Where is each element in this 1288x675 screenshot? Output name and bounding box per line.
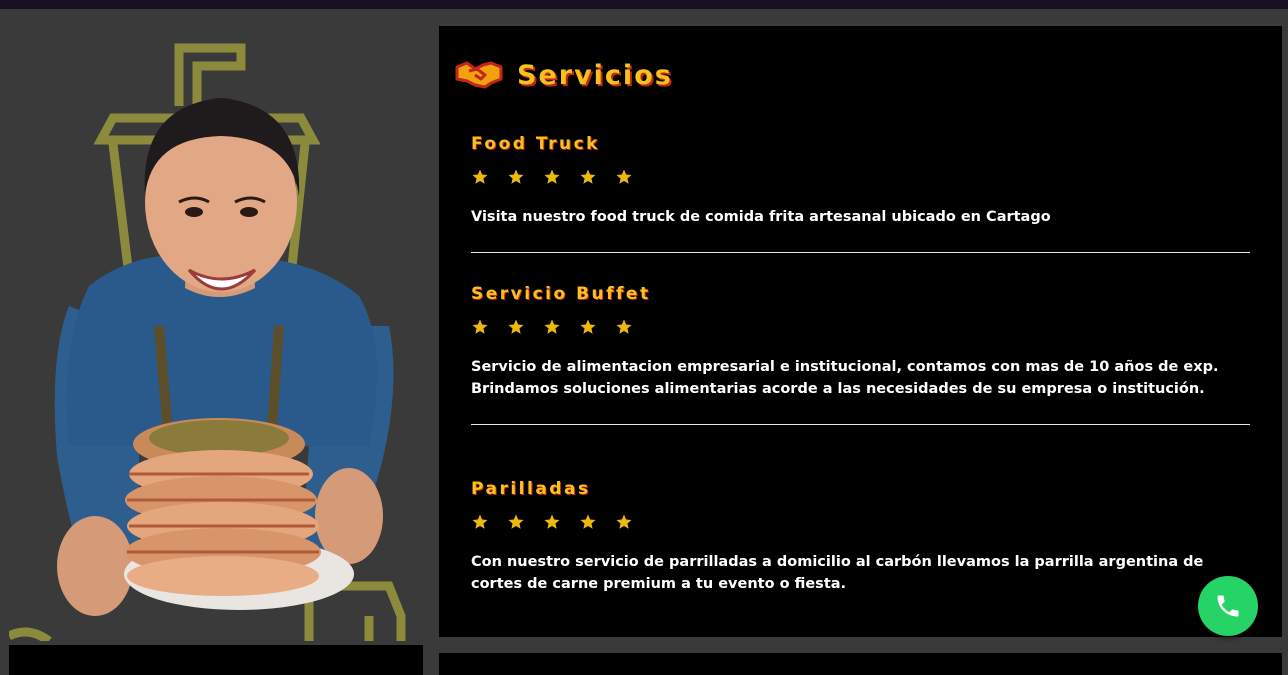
service-name: Food Truck <box>471 134 600 154</box>
service-name: Parilladas <box>471 479 591 499</box>
services-title: Servicios <box>517 59 673 91</box>
services-panel: Servicios Food Truck Visita nuestro food… <box>439 26 1282 637</box>
top-bar <box>0 0 1288 9</box>
star-icon <box>616 514 632 529</box>
service-item-food-truck: Food Truck Visita nuestro food truck de … <box>471 134 1251 228</box>
service-item-buffet: Servicio Buffet Servicio de alimentacion… <box>471 284 1251 400</box>
star-icon <box>508 169 524 184</box>
star-icon <box>580 319 596 334</box>
star-rating <box>471 318 1251 338</box>
service-item-parilladas: Parilladas Con nuestro servicio de parri… <box>471 479 1251 595</box>
star-icon <box>472 169 488 184</box>
divider <box>471 424 1250 425</box>
star-icon <box>544 169 560 184</box>
star-icon <box>508 319 524 334</box>
service-name: Servicio Buffet <box>471 284 651 304</box>
left-panel-footer <box>9 645 423 675</box>
service-description: Con nuestro servicio de parrilladas a do… <box>471 554 1204 592</box>
star-icon <box>508 514 524 529</box>
star-icon <box>580 514 596 529</box>
star-rating <box>471 513 1251 533</box>
star-icon <box>472 514 488 529</box>
star-icon <box>544 514 560 529</box>
star-icon <box>580 169 596 184</box>
services-header: Servicios <box>455 59 673 91</box>
star-icon <box>616 319 632 334</box>
chef-photo <box>9 43 406 641</box>
star-rating <box>471 168 1251 188</box>
star-icon <box>616 169 632 184</box>
divider <box>471 252 1250 253</box>
service-description: Visita nuestro food truck de comida frit… <box>471 209 1051 225</box>
next-section-panel <box>439 653 1282 675</box>
whatsapp-phone-icon <box>1217 595 1239 617</box>
service-description: Servicio de alimentacion empresarial e i… <box>471 359 1219 397</box>
star-icon <box>544 319 560 334</box>
chef-photo-panel <box>9 26 423 641</box>
star-icon <box>472 319 488 334</box>
whatsapp-button[interactable] <box>1198 576 1258 636</box>
handshake-icon <box>455 61 503 89</box>
